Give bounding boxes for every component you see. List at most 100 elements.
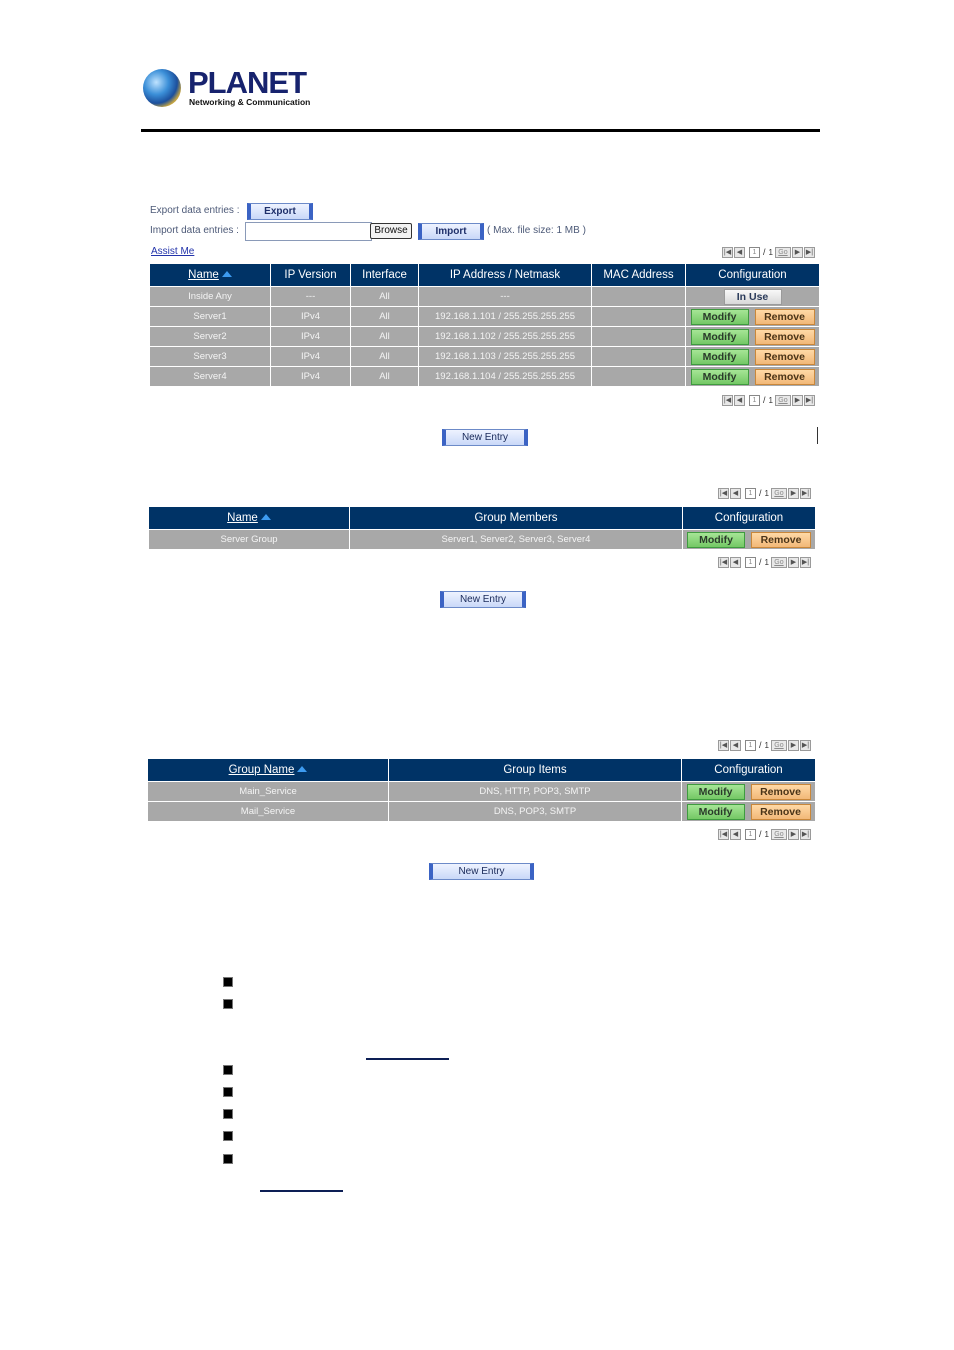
brand-tagline: Networking & Communication	[189, 97, 311, 107]
address-table-header: Name IP Version Interface IP Address / N…	[149, 263, 820, 287]
last-page-icon[interactable]: ▶|	[803, 246, 815, 258]
remove-button[interactable]: Remove	[754, 348, 815, 365]
browse-button[interactable]: Browse	[370, 223, 412, 239]
last-page-icon[interactable]: ▶|	[799, 556, 811, 568]
prev-page-icon[interactable]: ◀	[734, 246, 745, 258]
remove-button[interactable]: Remove	[754, 328, 815, 345]
last-page-icon[interactable]: ▶|	[799, 828, 811, 840]
remove-button[interactable]: Remove	[750, 803, 811, 820]
next-page-icon[interactable]: ▶	[787, 828, 799, 840]
import-button[interactable]: Import	[418, 223, 484, 240]
modify-button[interactable]: Modify	[687, 531, 745, 548]
first-page-icon[interactable]: |◀	[722, 246, 733, 258]
cell-group-items: DNS, POP3, SMTP	[388, 801, 682, 822]
in-use-button: In Use	[723, 288, 782, 305]
cell-group-name: Mail_Service	[147, 801, 389, 822]
cell-mac	[591, 286, 686, 307]
cell-configuration: Modify Remove	[682, 529, 816, 550]
page-separator: /	[763, 395, 766, 405]
underline-rule	[260, 1190, 343, 1192]
next-page-icon[interactable]: ▶	[791, 394, 803, 406]
page-number-input[interactable]: 1	[749, 246, 760, 258]
next-page-icon[interactable]: ▶	[791, 246, 803, 258]
pager-top-group: |◀ ◀ 1 / 1 Go ▶ ▶|	[718, 487, 811, 499]
go-button[interactable]: Go	[770, 828, 787, 840]
pager-bottom-address: |◀ ◀ 1 / 1 Go ▶ ▶|	[722, 394, 815, 406]
first-page-icon[interactable]: |◀	[722, 394, 733, 406]
go-button[interactable]: Go	[770, 487, 787, 499]
remove-button[interactable]: Remove	[750, 783, 811, 800]
column-header-interface: Interface	[350, 263, 419, 287]
column-header-name[interactable]: Name	[148, 506, 350, 530]
modify-button[interactable]: Modify	[686, 783, 745, 800]
sort-ascending-icon[interactable]	[221, 271, 232, 277]
export-button[interactable]: Export	[247, 203, 313, 220]
page-number-input[interactable]: 1	[745, 556, 756, 568]
page-number-input[interactable]: 1	[745, 828, 756, 840]
sort-ascending-icon[interactable]	[297, 766, 308, 772]
first-page-icon[interactable]: |◀	[718, 556, 729, 568]
pager-bottom-service-group: |◀ ◀ 1 / 1 Go ▶ ▶|	[718, 828, 811, 840]
total-pages: 1	[764, 829, 769, 839]
prev-page-icon[interactable]: ◀	[734, 394, 745, 406]
remove-button[interactable]: Remove	[754, 368, 815, 385]
column-header-name[interactable]: Name	[149, 263, 271, 287]
cell-name: Server4	[149, 366, 271, 387]
new-entry-button-service-group[interactable]: New Entry	[429, 863, 534, 880]
first-page-icon[interactable]: |◀	[718, 739, 729, 751]
table-row: Server2 IPv4 All 192.168.1.102 / 255.255…	[149, 326, 820, 347]
next-page-icon[interactable]: ▶	[787, 739, 799, 751]
cell-mac	[591, 306, 686, 327]
go-button[interactable]: Go	[774, 246, 791, 258]
address-table: Name IP Version Interface IP Address / N…	[149, 263, 820, 387]
page-number-input[interactable]: 1	[745, 487, 756, 499]
column-header-group-name[interactable]: Group Name	[147, 758, 389, 782]
modify-button[interactable]: Modify	[690, 328, 749, 345]
cell-name: Server3	[149, 346, 271, 367]
table-row: Server1 IPv4 All 192.168.1.101 / 255.255…	[149, 306, 820, 327]
table-row: Mail_Service DNS, POP3, SMTP Modify Remov…	[147, 801, 816, 822]
go-button[interactable]: Go	[770, 739, 787, 751]
cell-ip-version: ---	[270, 286, 351, 307]
first-page-icon[interactable]: |◀	[718, 828, 729, 840]
import-file-input[interactable]	[245, 222, 372, 241]
next-page-icon[interactable]: ▶	[787, 487, 799, 499]
next-page-icon[interactable]: ▶	[787, 556, 799, 568]
prev-page-icon[interactable]: ◀	[730, 828, 741, 840]
last-page-icon[interactable]: ▶|	[799, 739, 811, 751]
cell-ip-netmask: 192.168.1.103 / 255.255.255.255	[418, 346, 592, 367]
modify-button[interactable]: Modify	[686, 803, 745, 820]
cell-group-items: DNS, HTTP, POP3, SMTP	[388, 781, 682, 802]
page-separator: /	[759, 829, 762, 839]
page-number-input[interactable]: 1	[749, 394, 760, 406]
new-entry-button-address[interactable]: New Entry	[442, 429, 528, 446]
modify-button[interactable]: Modify	[690, 368, 749, 385]
cell-name: Server2	[149, 326, 271, 347]
cell-ip-version: IPv4	[270, 346, 351, 367]
last-page-icon[interactable]: ▶|	[799, 487, 811, 499]
go-button[interactable]: Go	[774, 394, 791, 406]
prev-page-icon[interactable]: ◀	[730, 487, 741, 499]
prev-page-icon[interactable]: ◀	[730, 739, 741, 751]
new-entry-button-group[interactable]: New Entry	[440, 591, 526, 608]
go-button[interactable]: Go	[770, 556, 787, 568]
prev-page-icon[interactable]: ◀	[730, 556, 741, 568]
cell-configuration: In Use	[685, 286, 820, 307]
remove-button[interactable]: Remove	[751, 531, 811, 548]
sort-ascending-icon[interactable]	[260, 514, 271, 520]
last-page-icon[interactable]: ▶|	[803, 394, 815, 406]
table-row: Server4 IPv4 All 192.168.1.104 / 255.255…	[149, 366, 820, 387]
square-bullet-icon	[223, 977, 233, 987]
cell-group-members: Server1, Server2, Server3, Server4	[349, 529, 683, 550]
first-page-icon[interactable]: |◀	[718, 487, 729, 499]
total-pages: 1	[764, 488, 769, 498]
modify-button[interactable]: Modify	[690, 348, 749, 365]
brand-name: PLANET	[188, 65, 307, 100]
modify-button[interactable]: Modify	[690, 308, 749, 325]
cell-group-name: Main_Service	[147, 781, 389, 802]
square-bullet-icon	[223, 1065, 233, 1075]
remove-button[interactable]: Remove	[754, 308, 815, 325]
assist-me-link[interactable]: Assist Me	[151, 246, 194, 257]
page-number-input[interactable]: 1	[745, 739, 756, 751]
text-cursor-bar	[817, 427, 818, 444]
